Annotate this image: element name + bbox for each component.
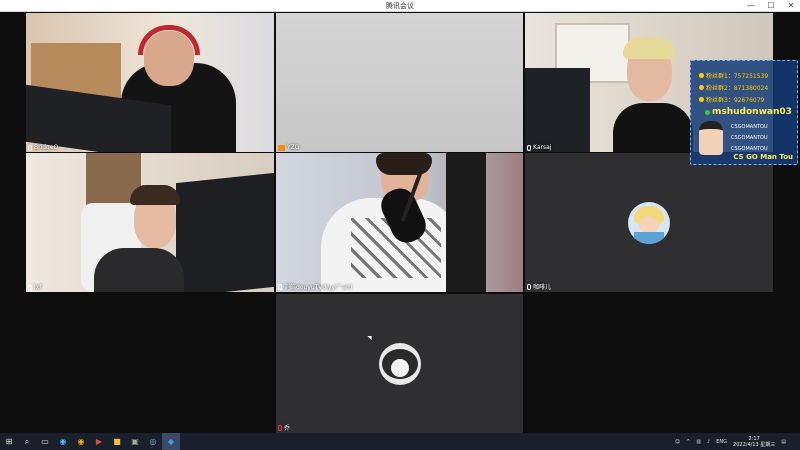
- badge-icon: [699, 73, 704, 78]
- clock[interactable]: 2:17 2022/4/13 星期三: [733, 436, 775, 448]
- notification-icon[interactable]: ▤: [781, 439, 786, 445]
- cartoon-avatar-icon: [699, 121, 723, 155]
- overlay-footer: CS GO Man Tou: [733, 153, 793, 161]
- edge-browser-icon[interactable]: ◉: [54, 433, 72, 450]
- volume-icon[interactable]: ♪: [707, 439, 710, 445]
- cat-face: [390, 358, 409, 377]
- fan-group-overlay: 粉丝群1：757251539 粉丝群2：871380024 粉丝群3：92676…: [690, 60, 798, 165]
- host-icon: [278, 144, 285, 151]
- badge-icon: [699, 85, 704, 90]
- steam-icon[interactable]: ◎: [144, 433, 162, 450]
- search-icon[interactable]: ⌕: [18, 433, 36, 450]
- blurry-background: [276, 13, 523, 152]
- hair: [623, 37, 675, 59]
- person-body: [94, 248, 184, 292]
- fan-group-line-3: 粉丝群3：92676079: [699, 95, 764, 104]
- chevron-up-icon[interactable]: ^: [686, 439, 690, 445]
- participant-name: 刘皓douyuTVdiyy(^ah): [278, 282, 352, 291]
- chair-back: [446, 153, 486, 292]
- avatar-shirt: [634, 231, 664, 244]
- network-icon[interactable]: ▥: [696, 439, 701, 445]
- minimize-button[interactable]: —: [746, 0, 756, 12]
- hair: [130, 185, 180, 205]
- participant-tile-liuhao[interactable]: 刘皓douyuTVdiyy(^ah): [276, 153, 523, 292]
- close-button[interactable]: ✕: [786, 0, 796, 12]
- avatar: [628, 201, 670, 244]
- participant-name: BridgeO: [28, 144, 58, 151]
- badge-icon: [699, 97, 704, 102]
- video-grid: BridgeO YZG Karsaj lxf 刘皓douyuTVdiyy(^ah…: [0, 12, 800, 433]
- avatar: [378, 342, 421, 385]
- people-icon[interactable]: ☺: [675, 439, 680, 445]
- monitor: [525, 68, 590, 152]
- fan-group-line-2: 粉丝群2：871380024: [699, 83, 768, 92]
- participant-tile-yzg[interactable]: YZG: [276, 13, 523, 152]
- clock-date: 2022/4/13 星期三: [733, 441, 776, 448]
- person-body: [613, 103, 693, 152]
- mic-icon: [278, 283, 282, 290]
- window-title: 腾讯会议: [386, 2, 414, 10]
- windows-start-icon[interactable]: ⊞: [0, 433, 18, 450]
- overlay-small-line-3: CSGOMANTOU: [731, 146, 768, 152]
- title-bar: 腾讯会议 — ☐ ✕: [0, 0, 800, 12]
- system-tray: ☺ ^ ▥ ♪ ENG 2:17 2022/4/13 星期三 ▤: [675, 433, 786, 450]
- tencent-meeting-icon[interactable]: ◆: [162, 433, 180, 450]
- participant-name: YZG: [278, 144, 299, 151]
- mic-icon: [28, 144, 32, 151]
- participant-name: 乔: [278, 423, 290, 432]
- app-icon[interactable]: ▣: [126, 433, 144, 450]
- mic-icon: [527, 283, 531, 290]
- participant-tile-kafeier[interactable]: 咖啡儿: [525, 153, 773, 292]
- monitor: [176, 172, 274, 292]
- media-icon[interactable]: ▶: [90, 433, 108, 450]
- participant-tile-qiao[interactable]: 乔: [276, 294, 523, 433]
- overlay-small-line-2: CSGOMANTOU: [731, 135, 768, 141]
- tencent-meeting-window: 腾讯会议 — ☐ ✕ BridgeO YZG Karsaj lxf 刘皓douy…: [0, 0, 800, 450]
- window-controls: — ☐ ✕: [746, 0, 796, 12]
- mic-icon: [28, 284, 32, 291]
- participant-name: lxf: [28, 284, 41, 291]
- participant-name: 咖啡儿: [527, 282, 551, 291]
- wechat-icon: [705, 109, 710, 115]
- mic-muted-icon: [278, 424, 282, 431]
- maximize-button[interactable]: ☐: [766, 0, 776, 12]
- task-view-icon[interactable]: ▭: [36, 433, 54, 450]
- fan-group-line-1: 粉丝群1：757251539: [699, 71, 768, 80]
- participant-name: Karsaj: [527, 144, 551, 151]
- language-indicator[interactable]: ENG: [716, 439, 727, 445]
- windows-taskbar: ⊞ ⌕ ▭ ◉ ◉ ▶ ■ ▣ ◎ ◆ ☺ ^ ▥ ♪ ENG 2:17 202…: [0, 433, 800, 450]
- mouse-cursor: [367, 333, 374, 341]
- overlay-handle: mshudonwan03: [705, 107, 792, 117]
- participant-tile-lxf[interactable]: lxf: [26, 153, 274, 292]
- folder-icon[interactable]: ■: [108, 433, 126, 450]
- mic-icon: [527, 144, 531, 151]
- participant-tile-bridgeo[interactable]: BridgeO: [26, 13, 274, 152]
- overlay-small-line-1: CSGOMANTOU: [731, 124, 768, 130]
- chrome-icon[interactable]: ◉: [72, 433, 90, 450]
